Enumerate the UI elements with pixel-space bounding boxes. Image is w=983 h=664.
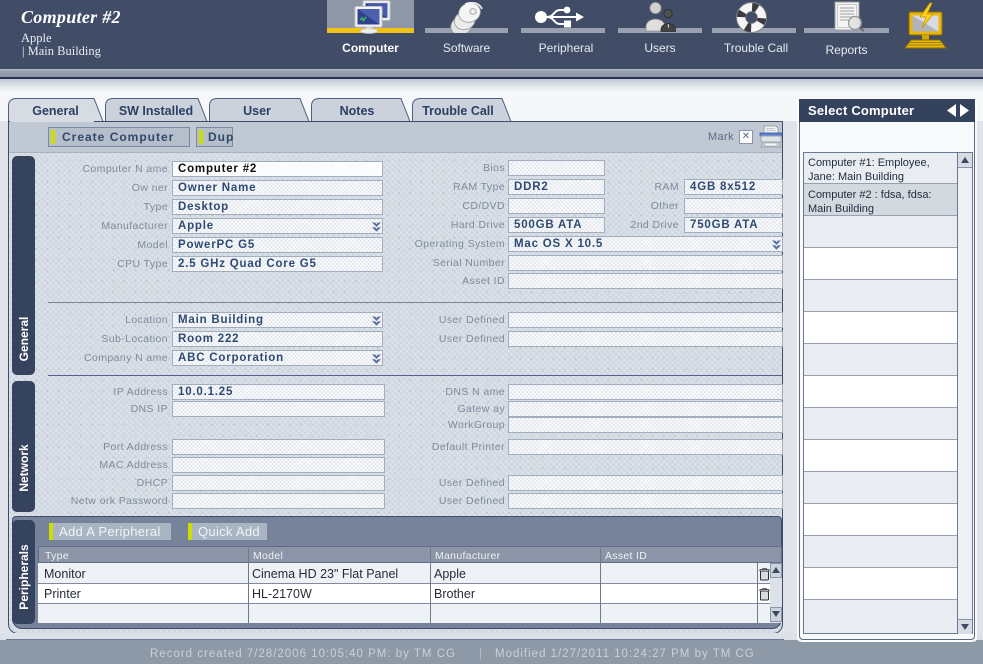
svg-text:SW Installed: SW Installed bbox=[119, 104, 193, 118]
svg-text:General: General bbox=[32, 104, 79, 118]
svg-text:Trouble Call: Trouble Call bbox=[422, 104, 494, 118]
svg-text:User: User bbox=[243, 104, 271, 118]
svg-text:Notes: Notes bbox=[340, 104, 375, 118]
